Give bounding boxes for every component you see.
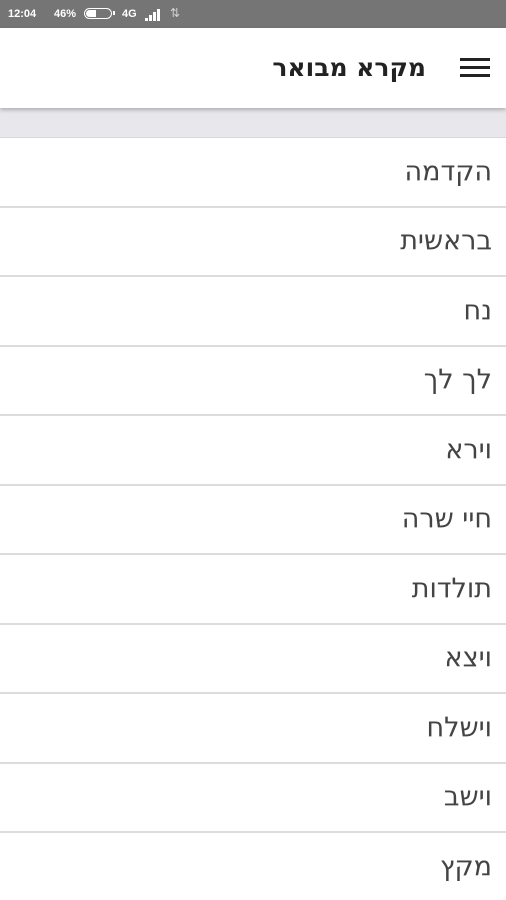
battery-tip <box>113 11 115 15</box>
app-title: מקרא מבואר <box>272 53 426 82</box>
list-item-label: נח <box>463 295 492 327</box>
status-time: 12:04 <box>8 8 37 20</box>
signal-bars-icon <box>145 9 163 21</box>
list-item[interactable]: בראשית <box>0 207 506 277</box>
app-screen: 12:04 46% 4G ⇅ מקרא מבואר הקדמה בראשית נ… <box>0 0 506 900</box>
list-item-label: לך לך <box>423 364 492 396</box>
list-item[interactable]: וישלח <box>0 694 506 764</box>
list-item[interactable]: וירא <box>0 416 506 486</box>
list-item-label: וירא <box>445 434 492 466</box>
battery-icon <box>84 8 115 19</box>
list-item[interactable]: תולדות <box>0 555 506 625</box>
list-item[interactable]: חיי שרה <box>0 485 506 555</box>
status-bar: 12:04 46% 4G ⇅ <box>0 0 506 28</box>
menu-button[interactable] <box>456 50 492 86</box>
chapter-list-container: הקדמה בראשית נח לך לך וירא חיי שרה תולדו… <box>0 108 506 900</box>
hamburger-menu-icon <box>460 58 490 78</box>
list-item-label: הקדמה <box>404 156 492 188</box>
list-item[interactable]: לך לך <box>0 346 506 416</box>
list-item-label: חיי שרה <box>401 503 492 535</box>
list-item-label: מקץ <box>439 851 492 883</box>
battery-fill <box>86 10 97 17</box>
list-item[interactable]: נח <box>0 277 506 347</box>
list-item-label: וישלח <box>426 712 492 744</box>
list-item-label: ויצא <box>444 642 492 674</box>
list-item[interactable]: מקץ <box>0 833 506 900</box>
list-item[interactable]: ויצא <box>0 624 506 694</box>
list-item-label: תולדות <box>411 573 492 605</box>
data-arrows-icon: ⇅ <box>170 6 181 20</box>
network-type: 4G <box>122 8 137 20</box>
battery-percent: 46% <box>54 8 77 20</box>
list-item[interactable]: הקדמה <box>0 138 506 208</box>
list-item-label: וישב <box>443 781 492 813</box>
list-item[interactable]: וישב <box>0 763 506 833</box>
list-item-label: בראשית <box>400 225 492 257</box>
list-header-strip <box>0 108 506 138</box>
chapter-list: הקדמה בראשית נח לך לך וירא חיי שרה תולדו… <box>0 138 506 900</box>
app-bar: מקרא מבואר <box>0 28 506 108</box>
